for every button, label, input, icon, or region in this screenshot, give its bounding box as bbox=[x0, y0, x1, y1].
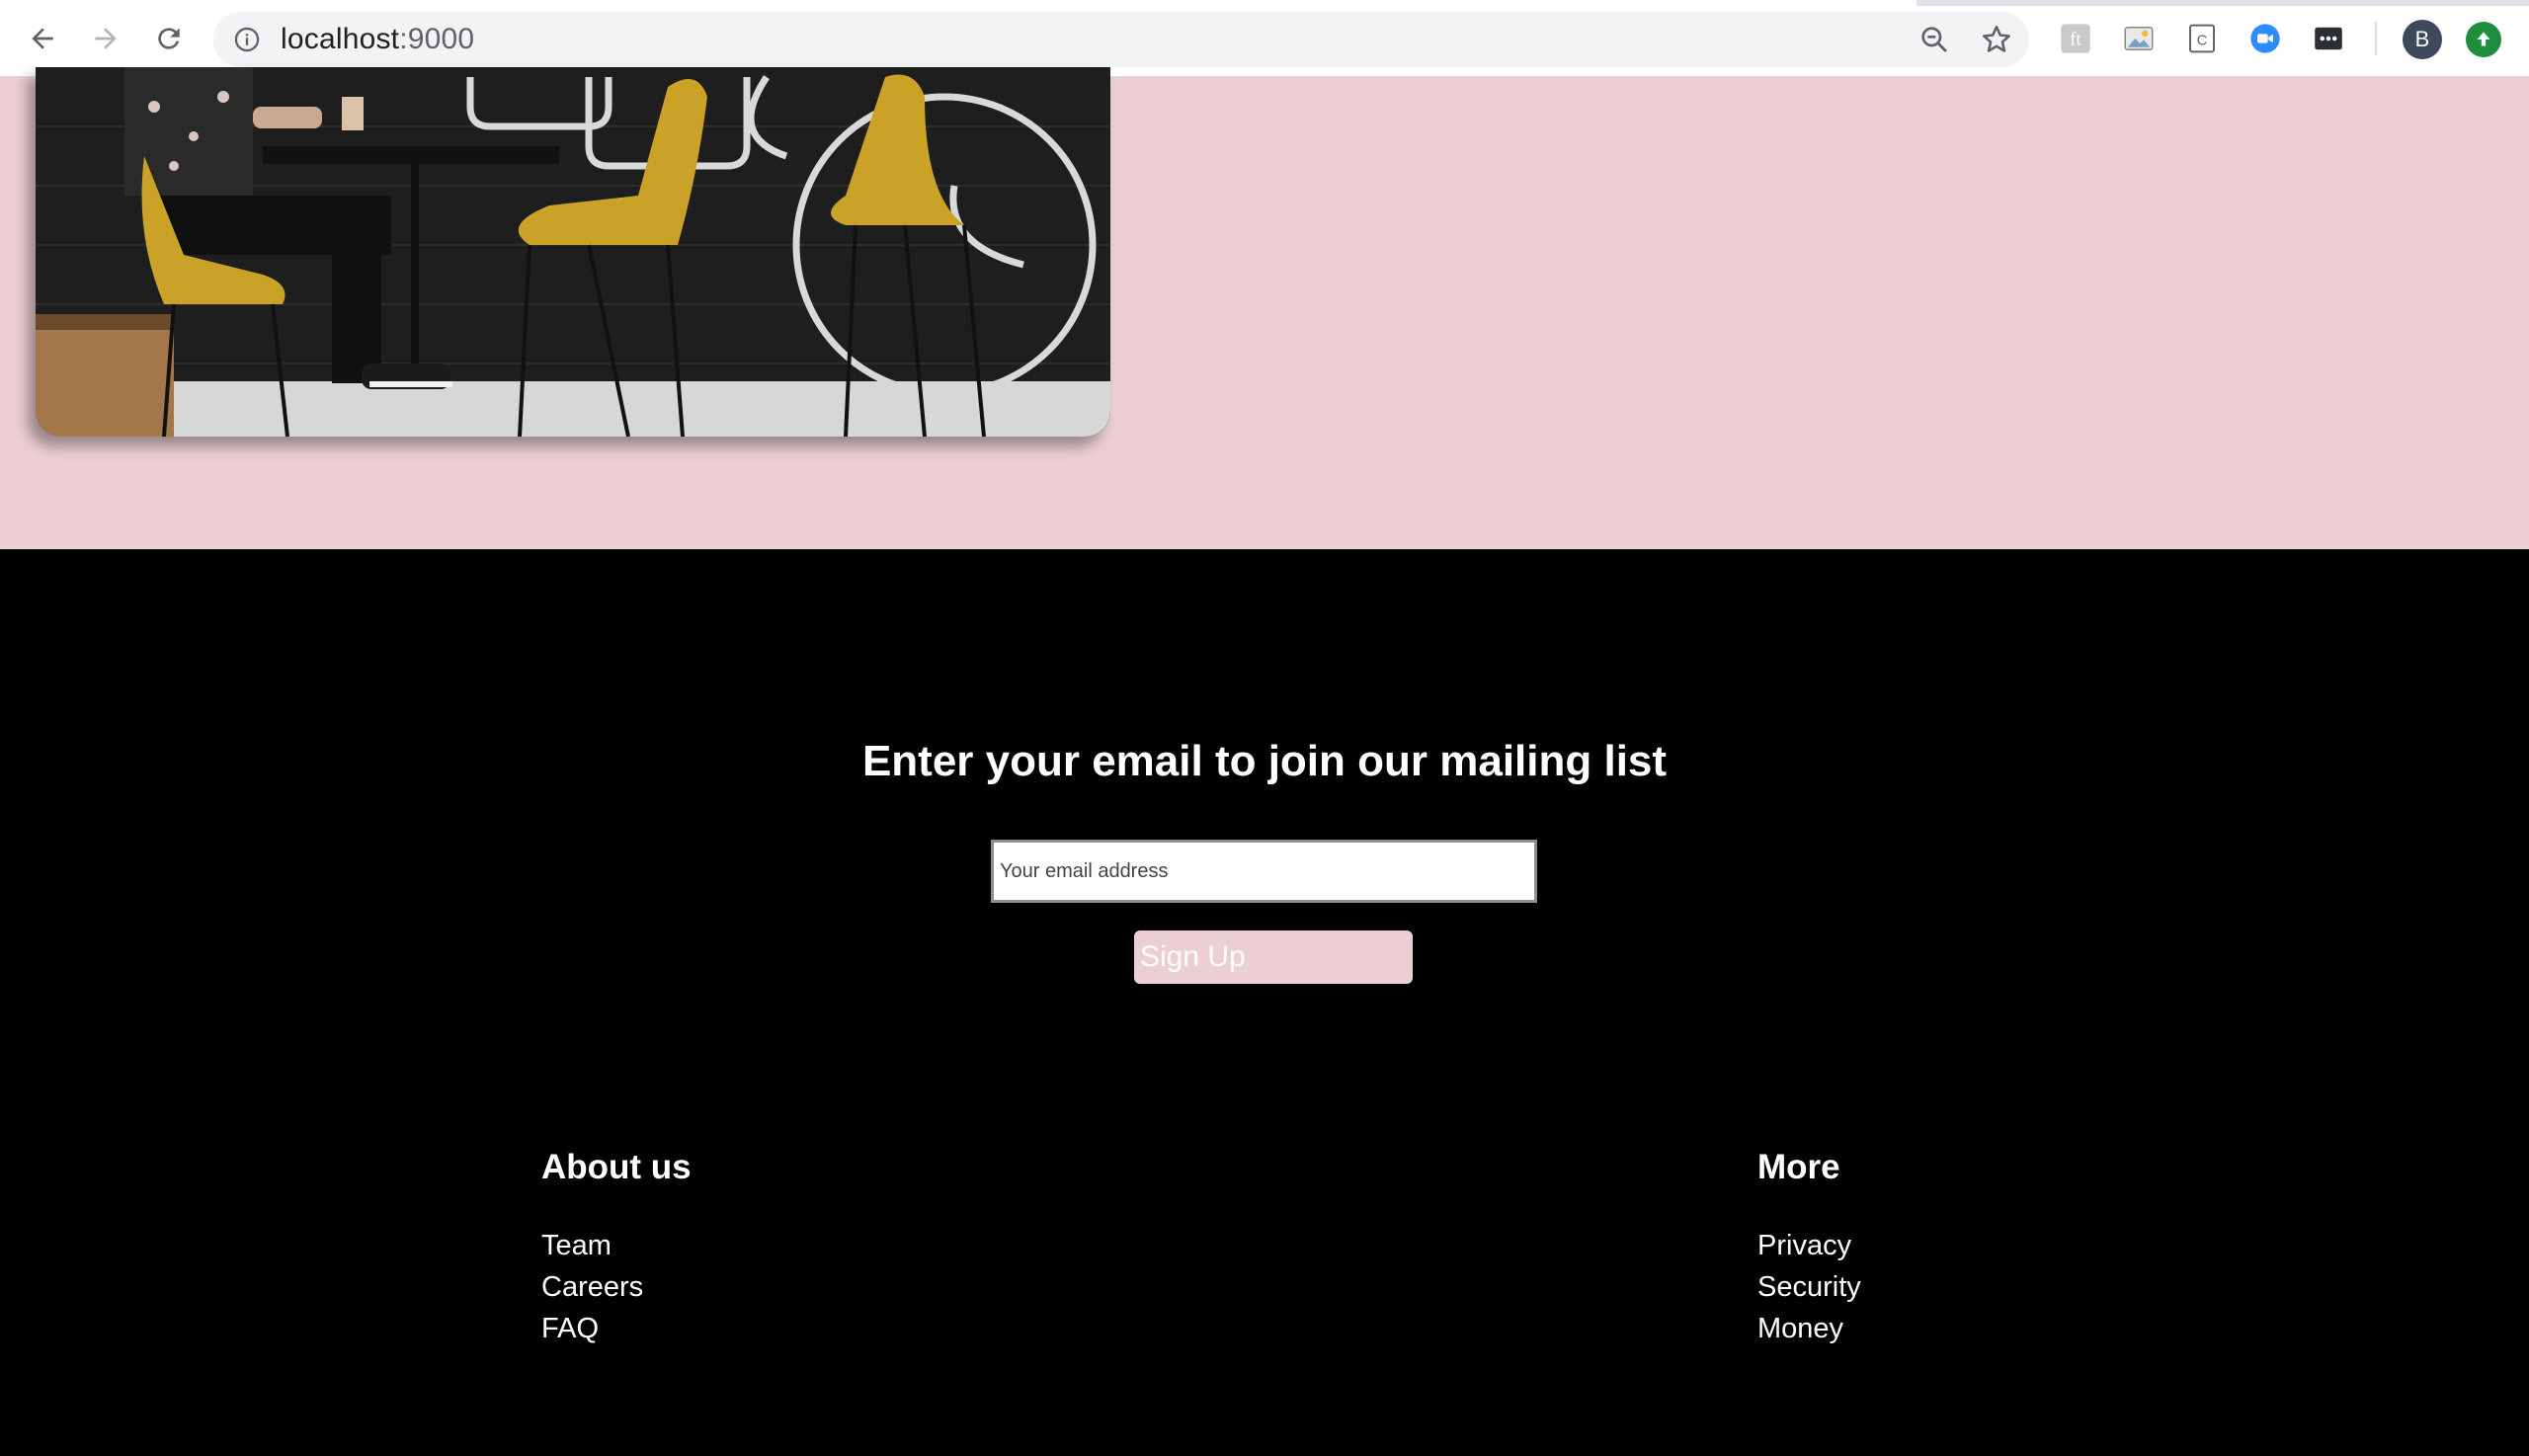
sign-up-button[interactable]: Sign Up bbox=[1134, 930, 1413, 984]
toolbar-divider bbox=[2375, 22, 2377, 55]
more-column: More Privacy Security Money bbox=[1757, 1148, 1861, 1349]
image-extension-icon[interactable] bbox=[2122, 22, 2156, 55]
footer-link-careers[interactable]: Careers bbox=[541, 1266, 692, 1308]
footer-link-faq[interactable]: FAQ bbox=[541, 1308, 692, 1349]
zoom-out-icon[interactable] bbox=[1918, 24, 1950, 55]
footer: Enter your email to join our mailing lis… bbox=[0, 549, 2529, 1456]
email-field[interactable] bbox=[991, 840, 1537, 903]
address-bar[interactable]: localhost:9000 bbox=[213, 12, 2029, 67]
browser-toolbar: localhost:9000 ft C B bbox=[0, 0, 2529, 77]
font-extension-icon[interactable]: ft bbox=[2059, 22, 2092, 55]
about-us-column: About us Team Careers FAQ bbox=[541, 1148, 692, 1349]
back-button[interactable] bbox=[22, 18, 63, 59]
more-heading: More bbox=[1757, 1148, 1840, 1186]
about-us-heading: About us bbox=[541, 1148, 692, 1186]
update-arrow-icon[interactable] bbox=[2466, 22, 2501, 57]
footer-link-privacy[interactable]: Privacy bbox=[1757, 1225, 1861, 1266]
url-text: localhost:9000 bbox=[281, 23, 474, 56]
url-port: :9000 bbox=[399, 23, 475, 55]
info-icon[interactable] bbox=[233, 26, 261, 53]
more-dots-extension-icon[interactable] bbox=[2312, 22, 2345, 55]
zoom-video-icon[interactable] bbox=[2248, 22, 2282, 55]
profile-avatar[interactable]: B bbox=[2403, 20, 2442, 59]
cafe-photo-image bbox=[36, 67, 1110, 437]
clipboard-extension-icon[interactable]: C bbox=[2185, 22, 2219, 55]
hero-photo bbox=[36, 67, 1110, 437]
reload-icon bbox=[158, 28, 180, 49]
svg-text:C: C bbox=[2197, 34, 2208, 49]
footer-link-money[interactable]: Money bbox=[1757, 1308, 1861, 1349]
bookmark-star-icon[interactable] bbox=[1980, 23, 2013, 56]
forward-button[interactable] bbox=[85, 18, 126, 59]
arrow-right-icon bbox=[95, 28, 117, 49]
mailing-list-heading: Enter your email to join our mailing lis… bbox=[861, 737, 1668, 785]
arrow-left-icon bbox=[32, 28, 53, 49]
footer-link-team[interactable]: Team bbox=[541, 1225, 692, 1266]
svg-text:ft: ft bbox=[2070, 30, 2081, 50]
url-host: localhost bbox=[281, 23, 400, 55]
reload-button[interactable] bbox=[148, 18, 190, 59]
tab-strip bbox=[0, 0, 2529, 6]
hero-section bbox=[0, 67, 2529, 549]
footer-link-security[interactable]: Security bbox=[1757, 1266, 1861, 1308]
